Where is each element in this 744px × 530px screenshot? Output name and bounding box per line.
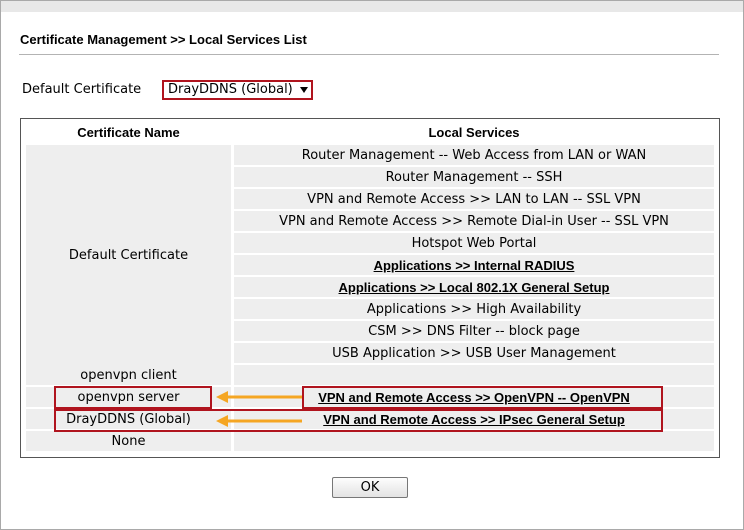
highlight-box-drayddns-row xyxy=(54,409,663,432)
service-cell: Applications >> High Availability xyxy=(234,299,714,319)
title-divider xyxy=(19,54,719,55)
default-certificate-value: DrayDDNS (Global) xyxy=(168,82,293,97)
arrow-left-icon xyxy=(216,415,302,427)
page-title: Certificate Management >> Local Services… xyxy=(20,32,307,47)
service-cell: Hotspot Web Portal xyxy=(234,233,714,253)
certificate-name-cell: None xyxy=(26,431,231,451)
service-link-local-8021x[interactable]: Applications >> Local 802.1X General Set… xyxy=(234,277,714,297)
arrow-left-icon xyxy=(216,391,302,403)
service-cell: Router Management -- Web Access from LAN… xyxy=(234,145,714,165)
chevron-down-icon xyxy=(300,87,308,93)
service-cell: Router Management -- SSH xyxy=(234,167,714,187)
ok-button[interactable]: OK xyxy=(332,477,408,498)
certificate-name-cell: Default Certificate xyxy=(26,145,231,365)
top-strip xyxy=(1,1,743,12)
service-link-internal-radius[interactable]: Applications >> Internal RADIUS xyxy=(234,255,714,275)
default-certificate-label: Default Certificate xyxy=(22,82,142,97)
column-header-certificate-name: Certificate Name xyxy=(77,125,180,140)
certificate-name-cell: openvpn client xyxy=(26,365,231,385)
service-cell: USB Application >> USB User Management xyxy=(234,343,714,363)
service-cell-empty xyxy=(234,365,714,385)
service-cell: CSM >> DNS Filter -- block page xyxy=(234,321,714,341)
service-cell: VPN and Remote Access >> LAN to LAN -- S… xyxy=(234,189,714,209)
service-cell-empty xyxy=(234,431,714,451)
service-cell: VPN and Remote Access >> Remote Dial-in … xyxy=(234,211,714,231)
default-certificate-select[interactable]: DrayDDNS (Global) xyxy=(162,80,313,100)
column-header-local-services: Local Services xyxy=(428,125,520,140)
highlight-box-openvpn-server xyxy=(54,386,212,409)
highlight-box-openvpn-service xyxy=(302,386,663,409)
